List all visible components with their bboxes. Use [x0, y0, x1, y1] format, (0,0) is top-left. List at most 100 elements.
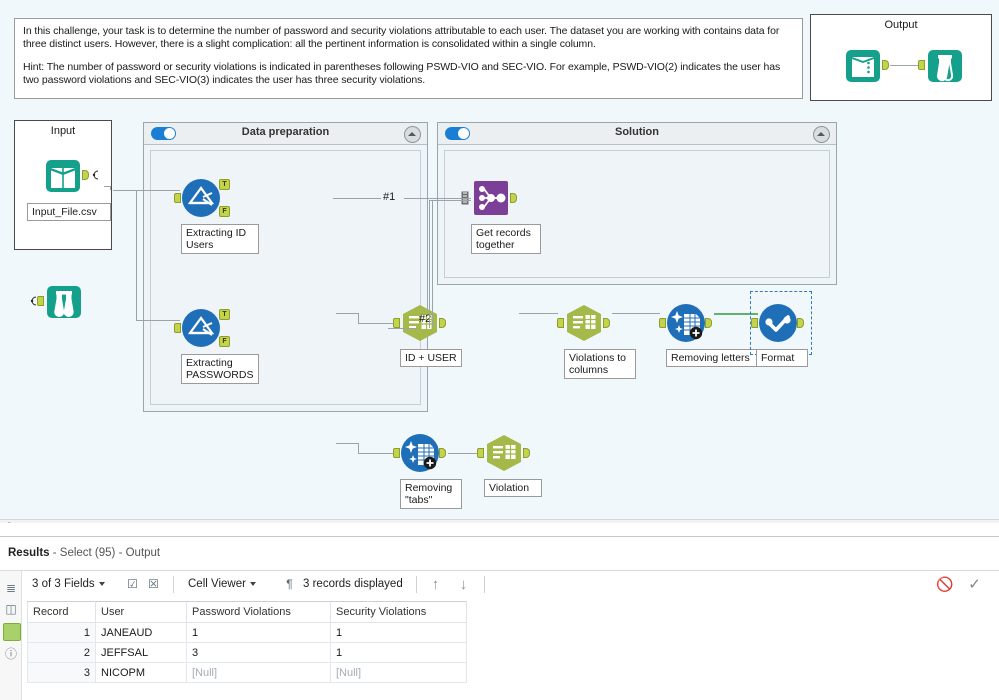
- tool-label-input-file: Input_File.csv: [27, 203, 111, 221]
- input-anchor[interactable]: [918, 60, 925, 70]
- check-box-icon[interactable]: ☑: [125, 577, 140, 592]
- connection-line: [110, 186, 111, 190]
- results-table[interactable]: Record User Password Violations Security…: [27, 601, 467, 683]
- connection-label-1: #1: [383, 191, 396, 203]
- connection-line: [113, 190, 180, 191]
- output-anchor[interactable]: [82, 170, 89, 180]
- chevron-down-icon[interactable]: [249, 581, 256, 586]
- input-anchor[interactable]: [174, 323, 181, 333]
- no-errors-icon[interactable]: 🚫: [936, 577, 953, 592]
- column-header-security-violations[interactable]: Security Violations: [330, 601, 467, 623]
- false-anchor[interactable]: F: [219, 206, 230, 217]
- tool-output-browse[interactable]: [918, 45, 965, 85]
- chevron-down-icon[interactable]: [98, 581, 105, 586]
- tool-get-records-together[interactable]: Get records together: [461, 178, 541, 254]
- cell-viewer-label: Cell Viewer: [188, 578, 246, 590]
- container-data-preparation[interactable]: Data preparation T F Extracting ID Users: [143, 122, 542, 509]
- cell-record: 3: [27, 662, 96, 683]
- connection-line: [333, 198, 381, 199]
- tool-removing-tabs[interactable]: Removing "tabs": [393, 433, 462, 509]
- results-sidebar[interactable]: ≣ ◫ ⓘ: [0, 571, 22, 700]
- results-toolbar[interactable]: 3 of 3 Fields ☑ ☒ Cell Viewer ¶ 3 record…: [22, 571, 999, 600]
- tool-label-get-records-together: Get records together: [471, 224, 541, 254]
- tool-label-violation: Violation: [484, 479, 542, 497]
- input-data-icon: [46, 160, 80, 192]
- workflow-canvas[interactable]: In this challenge, your task is to deter…: [0, 0, 999, 523]
- tool-loose-browse[interactable]: [30, 281, 84, 321]
- connection-line: [432, 200, 433, 328]
- tool-format[interactable]: Format: [751, 303, 808, 367]
- help-icon[interactable]: ⓘ: [3, 646, 19, 662]
- column-header-password-violations[interactable]: Password Violations: [186, 601, 331, 623]
- cell-viewer-selector[interactable]: Cell Viewer: [188, 578, 256, 590]
- input-anchor[interactable]: [557, 318, 564, 328]
- filter-icon: [182, 179, 220, 217]
- false-anchor[interactable]: F: [219, 336, 230, 347]
- browse-icon: [47, 286, 81, 318]
- wireless-signal-icon: [92, 170, 99, 180]
- output-anchor[interactable]: [603, 318, 610, 328]
- list-icon[interactable]: ≣: [3, 580, 19, 596]
- tool-extracting-id-users[interactable]: T F Extracting ID Users: [174, 178, 259, 254]
- check-mark-icon[interactable]: ✓: [967, 577, 982, 592]
- x-box-icon[interactable]: ☒: [146, 577, 161, 592]
- tool-label-removing-tabs: Removing "tabs": [400, 479, 462, 509]
- fields-selector[interactable]: 3 of 3 Fields: [32, 578, 105, 590]
- output-anchor[interactable]: [439, 318, 446, 328]
- browse-icon: [928, 50, 962, 82]
- input-anchor[interactable]: [393, 318, 400, 328]
- tool-violation[interactable]: Violation: [477, 433, 542, 497]
- container-title: Data preparation: [241, 126, 330, 138]
- column-header-user[interactable]: User: [95, 601, 187, 623]
- connection-line: [519, 313, 558, 314]
- true-anchor[interactable]: T: [219, 309, 230, 320]
- input-anchor[interactable]: [174, 193, 181, 203]
- tool-label-extracting-id-users: Extracting ID Users: [181, 224, 259, 254]
- input-anchor[interactable]: [659, 318, 666, 328]
- scroll-left-icon[interactable]: ❮: [3, 521, 12, 523]
- container-input[interactable]: Input Input_File.csv: [14, 120, 112, 250]
- container-header: Solution: [438, 123, 836, 145]
- cell-security-violations: 1: [330, 622, 467, 643]
- table-row[interactable]: 3 NICOPM [Null] [Null]: [27, 662, 467, 683]
- layout-icon[interactable]: ◫: [3, 601, 19, 617]
- output-anchor[interactable]: [882, 60, 889, 70]
- results-panel: Results - Select (95) - Output ≣ ◫ ⓘ 3 o…: [0, 536, 999, 700]
- connection-line: [429, 200, 430, 328]
- records-displayed-label: 3 records displayed: [303, 578, 403, 590]
- input-anchor[interactable]: [393, 448, 400, 458]
- input-anchor[interactable]: [477, 448, 484, 458]
- output-anchor[interactable]: [797, 318, 804, 328]
- output-anchor[interactable]: [705, 318, 712, 328]
- canvas-scrollbar[interactable]: ❮: [0, 519, 999, 523]
- data-icon[interactable]: [3, 623, 21, 641]
- connection-line: [358, 313, 359, 323]
- arrow-down-icon[interactable]: ↓: [456, 577, 471, 592]
- input-anchor[interactable]: [37, 296, 44, 306]
- tool-removing-letters[interactable]: Removing letters: [659, 303, 758, 367]
- output-anchor[interactable]: [523, 448, 530, 458]
- collapse-button[interactable]: [813, 126, 830, 143]
- container-solution[interactable]: Solution Get records together Violations…: [437, 122, 837, 379]
- tool-extracting-passwords[interactable]: T F Extracting PASSWORDS: [174, 308, 259, 384]
- collapse-button[interactable]: [404, 126, 421, 143]
- tool-label-violations-to-columns: Violations to columns: [564, 349, 636, 379]
- column-header-record[interactable]: Record: [27, 601, 96, 623]
- tool-output-browse-book[interactable]: [843, 45, 889, 85]
- true-anchor[interactable]: T: [219, 179, 230, 190]
- output-anchor[interactable]: [510, 193, 517, 203]
- input-anchor[interactable]: [751, 318, 758, 328]
- pilcrow-icon[interactable]: ¶: [282, 577, 297, 592]
- description-paragraph-2: Hint: The number of password or security…: [23, 61, 781, 86]
- data-cleansing-icon: [667, 304, 705, 342]
- output-anchor[interactable]: [439, 448, 446, 458]
- table-row[interactable]: 2 JEFFSAL 3 1: [27, 642, 467, 663]
- connection-line: [358, 323, 394, 324]
- container-output[interactable]: Output: [810, 14, 992, 101]
- tool-input-file[interactable]: Input_File.csv: [27, 155, 111, 221]
- table-row[interactable]: 1 JANEAUD 1 1: [27, 622, 467, 643]
- container-output-title: Output: [884, 19, 918, 31]
- tool-violations-to-columns[interactable]: Violations to columns: [557, 303, 636, 379]
- tool-label-id-user: ID + USER: [400, 349, 462, 367]
- arrow-up-icon[interactable]: ↑: [428, 577, 443, 592]
